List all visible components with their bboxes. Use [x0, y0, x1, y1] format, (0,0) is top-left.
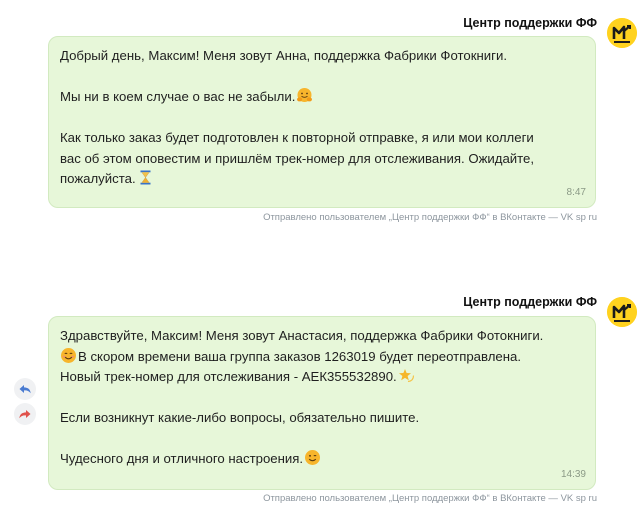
- forward-arrow-icon: [19, 410, 31, 419]
- message-time: 14:39: [560, 468, 586, 480]
- message-line: Если возникнут какие-либо вопросы, обяза…: [60, 410, 420, 425]
- message-time: 8:47: [566, 186, 586, 198]
- message-line: Добрый день, Максим! Меня зовут Анна, по…: [60, 48, 507, 63]
- winking-face-icon: [304, 449, 321, 466]
- smiling-face-icon: [60, 347, 77, 364]
- sent-by-note: Отправлено пользователем „Центр поддержк…: [263, 493, 597, 504]
- reply-arrow-icon: [19, 385, 31, 394]
- reply-button[interactable]: [14, 378, 36, 400]
- message-line: Мы ни в коем случае о вас не забыли.: [60, 87, 584, 108]
- chat-thread: Центр поддержки ФФ Добрый день, Максим! …: [0, 0, 644, 511]
- avatar[interactable]: [607, 18, 637, 48]
- message-line: вас об этом оповестим и пришлём трек-ном…: [60, 150, 535, 166]
- message-line: пожалуйста.: [60, 169, 584, 190]
- sent-by-note: Отправлено пользователем „Центр поддержк…: [263, 212, 597, 223]
- dizzy-star-icon: [398, 367, 415, 384]
- message-2: Центр поддержки ФФ Здравствуйте, Максим!…: [0, 290, 644, 511]
- avatar[interactable]: [607, 297, 637, 327]
- brand-logo-icon: [607, 297, 637, 327]
- message-line: Новый трек-номер для отслеживания - АЕК3…: [60, 367, 584, 388]
- message-bubble: Добрый день, Максим! Меня зовут Анна, по…: [48, 36, 596, 208]
- message-line: Чудесного дня и отличного настроения.: [60, 449, 584, 470]
- hourglass-icon: [137, 169, 154, 186]
- sender-name: Центр поддержки ФФ: [463, 16, 597, 30]
- message-line: В скором времени ваша группа заказов 126…: [60, 347, 584, 368]
- message-bubble: Здравствуйте, Максим! Меня зовут Анастас…: [48, 316, 596, 490]
- forward-button[interactable]: [14, 403, 36, 425]
- message-line: Как только заказ будет подготовлен к пов…: [60, 130, 534, 145]
- hugging-face-icon: [296, 87, 313, 104]
- message-1: Центр поддержки ФФ Добрый день, Максим! …: [0, 0, 644, 230]
- brand-logo-icon: [607, 18, 637, 48]
- sender-name: Центр поддержки ФФ: [463, 295, 597, 309]
- message-line: Здравствуйте, Максим! Меня зовут Анастас…: [60, 328, 544, 343]
